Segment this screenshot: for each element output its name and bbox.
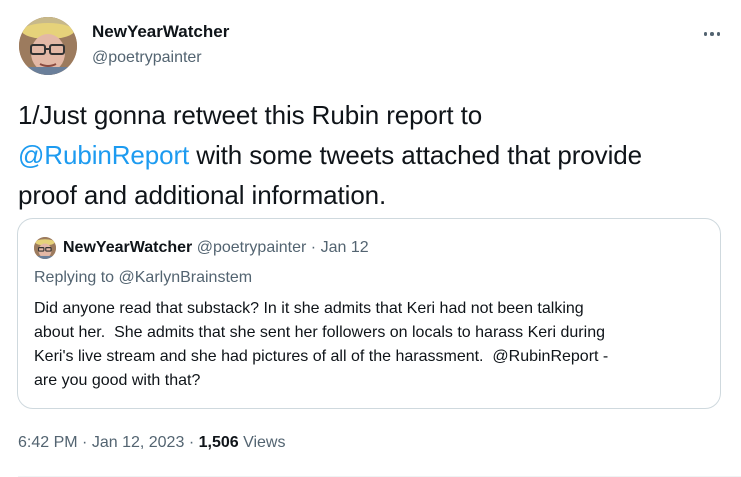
replying-to-handle: @KarlynBrainstem bbox=[118, 269, 253, 286]
more-horizontal-icon bbox=[703, 32, 708, 36]
tweet: NewYearWatcher @poetrypainter 1/Just gon… bbox=[0, 0, 741, 477]
more-horizontal-icon-dot bbox=[710, 32, 714, 36]
quoted-tweet-date: Jan 12 bbox=[320, 239, 369, 256]
tweet-text-line: proof and additional information. bbox=[18, 180, 387, 210]
replying-to-label: Replying to bbox=[34, 269, 119, 286]
tweet-time[interactable]: 6:42 PM bbox=[18, 434, 78, 451]
separator-dot: · bbox=[188, 434, 195, 451]
quoted-tweet-header: NewYearWatcher @poetrypainter · Jan 12 bbox=[63, 237, 369, 259]
quoted-tweet[interactable]: NewYearWatcher @poetrypainter · Jan 12 R… bbox=[17, 218, 721, 409]
quoted-tweet-line: Did anyone read that substack? In it she… bbox=[34, 300, 584, 317]
separator-dot: · bbox=[310, 239, 317, 256]
quoted-tweet-body: Did anyone read that substack? In it she… bbox=[34, 297, 710, 393]
tweet-text-line: @RubinReport with some tweets attached t… bbox=[18, 135, 733, 175]
more-options-button[interactable] bbox=[697, 22, 727, 46]
author-name[interactable]: NewYearWatcher bbox=[92, 22, 229, 42]
avatar-image bbox=[19, 17, 77, 75]
tweet-meta: 6:42 PM · Jan 12, 2023 · 1,506 Views bbox=[18, 432, 285, 454]
replying-to: Replying to @KarlynBrainstem bbox=[34, 267, 252, 289]
quoted-author-handle: @poetrypainter bbox=[196, 239, 307, 256]
quoted-tweet-line: Keri's live stream and she had pictures … bbox=[34, 348, 609, 365]
avatar-image bbox=[34, 237, 56, 259]
quoted-author-name: NewYearWatcher bbox=[63, 239, 193, 256]
more-horizontal-icon-dot bbox=[716, 32, 721, 36]
tweet-text-line: 1/Just gonna retweet this Rubin report t… bbox=[18, 100, 483, 130]
quoted-author-avatar bbox=[34, 237, 56, 259]
views-count: 1,506 bbox=[198, 434, 239, 451]
tweet-mention-link[interactable]: @RubinReport bbox=[18, 140, 189, 170]
tweet-text: 1/Just gonna retweet this Rubin report t… bbox=[18, 95, 733, 215]
author-handle[interactable]: @poetrypainter bbox=[92, 49, 202, 67]
views-label: Views bbox=[243, 434, 286, 451]
tweet-text-segment: with some tweets attached that provide bbox=[189, 140, 642, 170]
tweet-date[interactable]: Jan 12, 2023 bbox=[92, 434, 185, 451]
quoted-tweet-line: about her. She admits that she sent her … bbox=[34, 324, 605, 341]
author-avatar[interactable] bbox=[19, 17, 77, 75]
quoted-tweet-line: are you good with that? bbox=[34, 372, 201, 389]
separator-dot: · bbox=[82, 434, 88, 451]
